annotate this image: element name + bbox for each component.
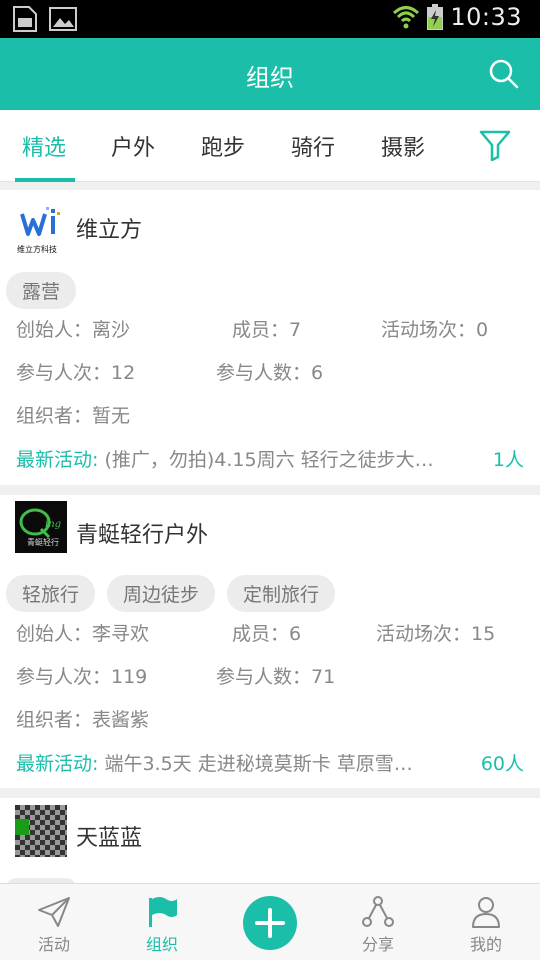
latest-activity-count: 60人 [480,753,524,775]
tag-chip[interactable]: 露营 [6,272,77,309]
latest-activity-title: (推广，勿拍)4.15周六 轻行之徒步大… [98,449,434,471]
nav-label: 我的 [469,935,502,954]
nav-activities[interactable]: 活动 [14,884,94,955]
nav-organizations[interactable]: 组织 [122,884,202,955]
tab-outdoor[interactable]: 户外 [111,130,155,162]
org-tags: 轻旅行 周边徒步 定制旅行 [6,575,336,612]
org-card[interactable]: 维立方科技 维立方 露营 创始人：离沙 成员：7 活动场次：0 参与人次：12 … [0,190,540,485]
tag-chip[interactable]: 轻旅行 [6,575,96,612]
members-text: 成员：7 [232,319,302,341]
participants-text: 参与人数：71 [216,666,336,688]
latest-activity-label: 最新活动: [16,449,99,471]
org-logo-caption: 维立方科技 [17,245,57,254]
org-card[interactable]: ing 青蜓轻行 青蜓轻行户外 轻旅行 周边徒步 定制旅行 创始人：李寻欢 成员… [0,495,540,788]
search-icon[interactable] [488,58,520,90]
nav-label: 分享 [361,935,394,954]
add-button[interactable] [243,896,297,950]
tag-chip[interactable]: 定制旅行 [227,575,336,612]
flag-icon [149,897,177,927]
tab-cycling[interactable]: 骑行 [291,130,335,162]
user-icon [472,897,500,928]
founder-text: 创始人：离沙 [16,319,131,341]
organizer-text: 组织者：表酱紫 [16,709,150,731]
active-tab-indicator [15,178,75,182]
latest-activity[interactable]: 最新活动: (推广，勿拍)4.15周六 轻行之徒步大… [16,445,466,472]
org-name: 天蓝蓝 [76,826,143,851]
org-logo: ing 青蜓轻行 [15,501,67,553]
sim-card-icon [13,6,37,32]
members-text: 成员：6 [232,623,302,645]
clock: 10:33 [450,3,522,31]
nav-profile[interactable]: 我的 [446,884,526,955]
category-tabs: 精选 户外 跑步 骑行 摄影 [0,110,540,182]
gallery-icon [49,7,77,31]
participants-text: 参与人数：6 [216,362,324,384]
organizer-text: 组织者：暂无 [16,405,131,427]
svg-text:ing: ing [45,519,61,530]
org-logo: 维立方科技 [15,202,67,254]
paper-plane-icon [38,897,70,927]
battery-charging-icon [427,4,444,30]
org-logo-caption: 青蜓轻行 [27,538,59,547]
participations-text: 参与人次：12 [16,362,136,384]
latest-activity[interactable]: 最新活动: 端午3.5天 走进秘境莫斯卡 草原雪… [16,749,466,776]
org-logo-icon [15,805,67,857]
latest-activity-count: 1人 [492,449,524,471]
nav-label: 活动 [37,935,70,954]
events-count-text: 活动场次：0 [381,319,489,341]
tag-chip[interactable]: 周边徒步 [107,575,216,612]
tab-featured[interactable]: 精选 [22,130,66,162]
participations-text: 参与人次：119 [16,666,148,688]
latest-activity-title: 端午3.5天 走进秘境莫斯卡 草原雪… [98,753,413,775]
org-card[interactable]: 天蓝蓝 [0,798,540,898]
tab-photography[interactable]: 摄影 [381,130,425,162]
org-tags: 露营 [6,272,77,309]
filter-icon[interactable] [478,128,512,162]
events-count-text: 活动场次：15 [376,623,496,645]
org-logo [15,805,67,857]
app-header: 组织 [0,38,540,110]
wifi-icon [393,6,420,29]
page-title: 组织 [246,64,294,92]
bottom-nav: 活动 组织 分享 我的 [0,883,540,960]
nav-share[interactable]: 分享 [338,884,418,955]
nav-label: 组织 [145,935,178,954]
tab-running[interactable]: 跑步 [201,130,245,162]
org-name: 青蜓轻行户外 [76,523,209,548]
share-icon [362,896,394,927]
latest-activity-label: 最新活动: [16,753,99,775]
org-name: 维立方 [76,218,143,243]
founder-text: 创始人：李寻欢 [16,623,150,645]
status-bar: 10:33 [0,0,540,38]
